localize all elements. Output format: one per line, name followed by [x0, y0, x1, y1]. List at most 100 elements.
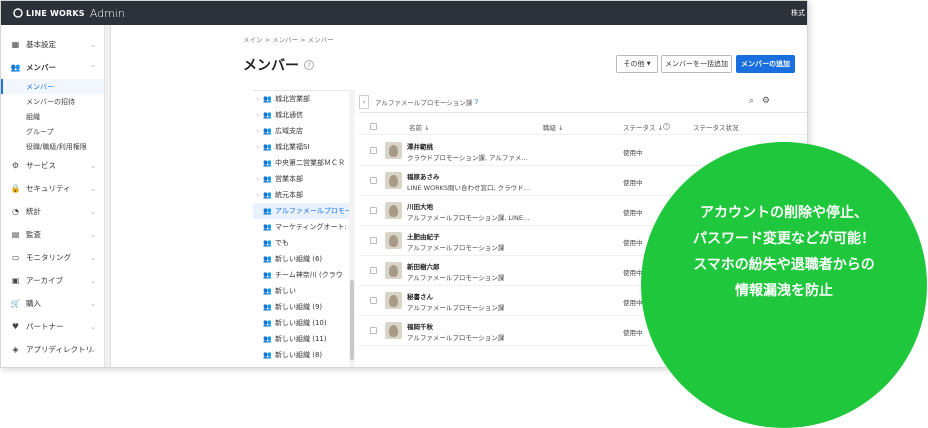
- row-checkbox[interactable]: [370, 297, 377, 304]
- search-icon[interactable]: ⌕: [749, 96, 754, 106]
- col-status[interactable]: ステータス ↓: [623, 122, 663, 132]
- group-icon: 👥: [263, 335, 272, 343]
- sidebar-subitem[interactable]: 役職/職級/利用権限: [1, 139, 110, 154]
- member-name[interactable]: 土肥由紀子: [407, 231, 440, 241]
- tree-node[interactable]: 👥 新しい組織 (11): [253, 331, 352, 347]
- row-checkbox[interactable]: [370, 327, 377, 334]
- expand-arrow-icon[interactable]: ›: [253, 176, 263, 183]
- member-name[interactable]: 澤井範桃: [407, 141, 433, 151]
- member-name[interactable]: 新田樹六郎: [407, 261, 440, 271]
- tree-node[interactable]: 👥 新しい組織 (10): [253, 315, 352, 331]
- member-status: 使用中: [623, 239, 643, 247]
- select-all-checkbox[interactable]: [370, 123, 377, 130]
- other-menu-button[interactable]: その他 ▼: [616, 55, 658, 73]
- tree-node-label: マーケティングオート:: [275, 223, 347, 231]
- row-checkbox[interactable]: [370, 177, 377, 184]
- sidebar-item-label: サービス: [26, 161, 56, 170]
- building-icon: ▦: [11, 40, 20, 49]
- tree-node[interactable]: › 👥 城北通信: [253, 107, 352, 123]
- tree-node-label: 城北営業部: [275, 95, 310, 103]
- tree-node[interactable]: 👥 新しい組織 (9): [253, 299, 352, 315]
- tree-node[interactable]: 👥 新しい組織 (6): [253, 251, 352, 267]
- expand-arrow-icon[interactable]: ›: [253, 192, 263, 199]
- tree-node[interactable]: › 👥 営業本部: [253, 171, 352, 187]
- company-name[interactable]: 株式: [791, 8, 805, 18]
- tree-node[interactable]: 👥 マーケティングオート:: [253, 219, 352, 235]
- chevron-down-icon: ⌄: [90, 345, 96, 354]
- sidebar-item-0[interactable]: ▦ 基本設定 ⌄: [1, 33, 110, 56]
- add-member-button[interactable]: メンバーの追加: [736, 55, 795, 73]
- filter-icon[interactable]: ⚙: [762, 96, 770, 106]
- tree-node[interactable]: › 👥 広域支店: [253, 123, 352, 139]
- avatar: [385, 172, 402, 189]
- sidebar-subitem[interactable]: グループ: [1, 124, 110, 139]
- sidebar-item-5[interactable]: ▤ 監査 ⌄: [1, 223, 110, 246]
- tree-node[interactable]: › 👥 城北業福SI: [253, 139, 352, 155]
- group-name: アルファメールプロモーション課: [375, 98, 473, 107]
- sidebar-subitem[interactable]: メンバー: [1, 79, 110, 94]
- col-title[interactable]: 職級 ↓: [543, 122, 564, 132]
- member-dept: クラウドプロモーション課, アルファメ…: [407, 154, 528, 162]
- tree-scroll-thumb[interactable]: [350, 280, 354, 360]
- expand-arrow-icon[interactable]: ›: [253, 112, 263, 119]
- sidebar-item-3[interactable]: 🔒 セキュリティ ⌄: [1, 177, 110, 200]
- page-title: メンバー: [243, 58, 299, 74]
- sidebar-item-label: モニタリング: [26, 253, 71, 262]
- sidebar-subitem[interactable]: 組織: [1, 109, 110, 124]
- group-icon: 👥: [263, 255, 272, 263]
- sidebar-subitem[interactable]: メンバーの招待: [1, 94, 110, 109]
- expand-arrow-icon[interactable]: ›: [253, 144, 263, 151]
- tree-scrollbar[interactable]: [349, 90, 355, 367]
- callout-text: アカウントの削除や停止、 パスワード変更などが可能！ スマホの紛失や退職者からの 情報…: [641, 200, 927, 304]
- row-checkbox[interactable]: [370, 237, 377, 244]
- tree-node[interactable]: 👥 チーム神奈川 (クラウ: [253, 267, 352, 283]
- tree-node[interactable]: 👥 中央第二営業部ＭＣＲ: [253, 155, 352, 171]
- tree-node[interactable]: 👥 アルファメールプロモー: [253, 203, 352, 219]
- member-dept: アルファメールプロモーション課: [407, 274, 505, 282]
- sidebar-item-7[interactable]: ▣ アーカイブ ⌄: [1, 269, 110, 292]
- chevron-down-icon: ⌄: [90, 322, 96, 331]
- member-name[interactable]: 福岡千秋: [407, 321, 433, 331]
- help-icon[interactable]: ?: [304, 60, 314, 70]
- callout-circle: アカウントの削除や停止、 パスワード変更などが可能！ スマホの紛失や退職者からの 情報…: [641, 142, 927, 428]
- callout-line: パスワード変更などが可能！: [693, 231, 875, 247]
- member-dept: LINE WORKS問い合わせ窓口, クラウド…: [407, 184, 531, 192]
- tree-node[interactable]: 👥 新しい組織 (8): [253, 347, 352, 363]
- callout-line: スマホの紛失や退職者からの: [693, 257, 875, 273]
- sidebar-item-6[interactable]: ▭ モニタリング ⌄: [1, 246, 110, 269]
- tree-node[interactable]: › 👥 統元本部: [253, 187, 352, 203]
- col-status-help-icon[interactable]: ?: [663, 123, 670, 130]
- caret-down-icon: ▼: [646, 61, 651, 67]
- col-name[interactable]: 名前 ↓: [409, 122, 430, 132]
- bulk-add-button[interactable]: メンバーを一括追加: [661, 55, 732, 73]
- sidebar-item-2[interactable]: ⚙ サービス ⌄: [1, 154, 110, 177]
- member-name[interactable]: 川田大地: [407, 201, 433, 211]
- collapse-tree-button[interactable]: ‹: [359, 94, 369, 109]
- col-status-detail[interactable]: ステータス状況: [693, 122, 739, 132]
- group-icon: 👥: [263, 127, 272, 135]
- row-checkbox[interactable]: [370, 267, 377, 274]
- row-checkbox[interactable]: [370, 147, 377, 154]
- sidebar-item-10[interactable]: ◈ アプリディレクトリ ⌄: [1, 338, 110, 361]
- sidebar-item-8[interactable]: 🛒 購入 ⌄: [1, 292, 110, 315]
- people-icon: 👥: [10, 63, 21, 72]
- sidebar-scrollbar[interactable]: [104, 25, 110, 367]
- member-name[interactable]: 秘書さん: [407, 291, 433, 301]
- expand-arrow-icon[interactable]: ›: [253, 128, 263, 135]
- tree-node-label: アルファメールプロモー: [275, 207, 352, 215]
- expand-arrow-icon[interactable]: ›: [253, 96, 263, 103]
- tree-node[interactable]: 👥 新しい: [253, 283, 352, 299]
- logo[interactable]: LINE WORKS Admin: [13, 7, 125, 20]
- row-checkbox[interactable]: [370, 207, 377, 214]
- tree-node[interactable]: 👥 でも: [253, 235, 352, 251]
- tree-node[interactable]: › 👥 城北営業部: [253, 91, 352, 107]
- chevron-down-icon: ⌄: [90, 207, 96, 216]
- list-header: ‹ アルファメールプロモーション課 7 ⌕ ⚙: [359, 91, 807, 113]
- sidebar-item-1[interactable]: 👥 メンバー ⌃: [1, 56, 110, 79]
- sidebar-item-4[interactable]: ◔ 統計 ⌄: [1, 200, 110, 223]
- member-name[interactable]: 福原あさみ: [407, 171, 440, 181]
- member-status: 使用中: [623, 329, 643, 337]
- tree-node-label: 営業本部: [275, 175, 303, 183]
- sidebar-item-9[interactable]: ♥ パートナー ⌄: [1, 315, 110, 338]
- sidebar-item-label: 統計: [26, 207, 41, 216]
